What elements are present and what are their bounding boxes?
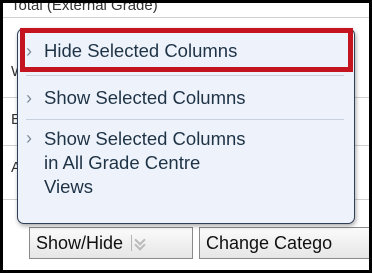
menu-item-label: Show Selected Columns	[44, 87, 246, 108]
screenshot-frame: Total (External Grade) W Bl A Show/Hide …	[0, 0, 372, 273]
change-category-button[interactable]: Change Catego	[199, 227, 369, 259]
grade-centre-toolbar: Show/Hide Change Catego	[3, 217, 369, 270]
menu-item-show-selected-columns[interactable]: › Show Selected Columns	[26, 87, 324, 109]
menu-item-label: Hide Selected Columns	[44, 40, 238, 61]
menu-item-label: Show Selected Columns in All Grade Centr…	[44, 128, 246, 197]
show-hide-label: Show/Hide	[36, 232, 124, 253]
bg-divider	[3, 17, 369, 18]
menu-item-show-selected-columns-all-views[interactable]: › Show Selected Columns in All Grade Cen…	[26, 127, 324, 199]
menu-separator	[26, 119, 344, 120]
show-hide-button[interactable]: Show/Hide	[29, 227, 193, 259]
double-chevron-down-icon	[131, 235, 148, 251]
menu-item-hide-selected-columns[interactable]: › Hide Selected Columns	[26, 40, 324, 62]
chevron-right-icon: ›	[26, 41, 32, 61]
change-category-label: Change Catego	[206, 232, 333, 253]
chevron-right-icon: ›	[26, 128, 32, 148]
show-hide-menu: › Hide Selected Columns › Show Selected …	[17, 28, 355, 224]
menu-separator	[26, 75, 344, 76]
chevron-right-icon: ›	[26, 88, 32, 108]
bg-row-total-external-grade: Total (External Grade)	[11, 0, 158, 14]
